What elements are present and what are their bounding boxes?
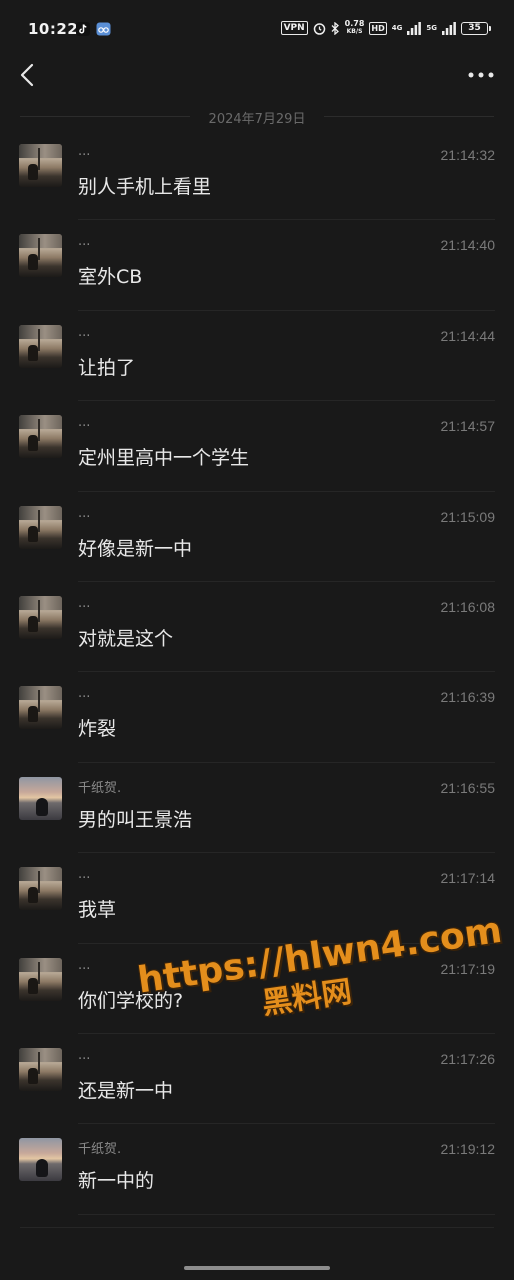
- message-time: 21:16:39: [440, 689, 496, 706]
- message-text: 让拍了: [78, 356, 136, 379]
- avatar[interactable]: [19, 1138, 62, 1182]
- avatar[interactable]: [19, 234, 62, 278]
- back-button[interactable]: [12, 60, 42, 90]
- network-speed: 0.78 KB/S: [345, 20, 365, 36]
- message-time: 21:15:09: [440, 508, 496, 525]
- message-time: 21:14:40: [440, 237, 496, 254]
- avatar[interactable]: [19, 686, 62, 730]
- message-separator: [78, 1213, 495, 1215]
- message-item[interactable]: ... 21:16:39 炸裂: [0, 672, 514, 763]
- alarm-icon: [313, 22, 325, 35]
- avatar[interactable]: [19, 324, 62, 368]
- message-text: 男的叫王景浩: [78, 808, 193, 831]
- message-text: 炸裂: [78, 718, 117, 741]
- app-notification-icon: [96, 22, 111, 36]
- message-text: 新一中的: [78, 1170, 155, 1193]
- bluetooth-icon: [331, 21, 339, 35]
- avatar[interactable]: [19, 415, 62, 459]
- message-time: 21:16:08: [440, 598, 496, 615]
- avatar[interactable]: [19, 144, 62, 187]
- network-speed-unit: KB/S: [346, 28, 363, 35]
- home-indicator[interactable]: [184, 1266, 330, 1270]
- status-indicators: VPN 0.78 KB/S HD 4G 5G 35: [280, 20, 491, 36]
- divider-line-right: [324, 116, 494, 117]
- status-bar: 10:22 VPN 0.78 KB/S HD 4G 5G 35: [0, 0, 514, 60]
- sender-name: ...: [78, 595, 91, 611]
- back-arrow-icon: [20, 63, 34, 87]
- message-text: 我草: [78, 899, 117, 922]
- avatar[interactable]: [19, 1047, 62, 1091]
- sender-name: ...: [78, 234, 91, 250]
- sender-name: ...: [78, 324, 91, 340]
- vpn-badge: VPN: [280, 21, 308, 35]
- message-text: 对就是这个: [78, 627, 174, 650]
- more-button[interactable]: [466, 64, 496, 86]
- status-app-icons: [76, 22, 111, 36]
- message-time: 21:16:55: [440, 779, 496, 796]
- sender-name: ...: [78, 415, 91, 431]
- hd-badge: HD: [369, 21, 387, 35]
- message-time: 21:14:44: [440, 327, 496, 344]
- message-time: 21:17:26: [440, 1050, 496, 1067]
- sender-name: ...: [78, 144, 91, 159]
- sender-name: ...: [78, 1047, 91, 1063]
- network-type-1: 4G: [391, 24, 403, 32]
- message-item[interactable]: ... 21:15:09 好像是新一中: [0, 492, 514, 582]
- avatar[interactable]: [19, 957, 62, 1001]
- sender-name: ...: [78, 686, 91, 702]
- more-dots-icon: [468, 72, 494, 78]
- battery-level: 35: [468, 23, 481, 33]
- message-text: 好像是新一中: [78, 537, 193, 560]
- date-divider: 2024年7月29日: [20, 107, 494, 127]
- message-time: 21:14:57: [440, 418, 496, 435]
- avatar[interactable]: [19, 595, 62, 639]
- message-item[interactable]: 千纸贺. 21:16:55 男的叫王景浩: [0, 763, 514, 854]
- sender-name: ...: [78, 505, 91, 521]
- message-time: 21:14:32: [440, 147, 496, 163]
- avatar[interactable]: [19, 505, 62, 549]
- status-time: 10:22: [28, 20, 79, 38]
- message-text: 别人手机上看里: [78, 176, 212, 198]
- network-speed-value: 0.78: [344, 19, 365, 28]
- message-text: 还是新一中: [78, 1079, 174, 1102]
- message-item[interactable]: ... 21:16:08 对就是这个: [0, 582, 514, 673]
- message-time: 21:17:14: [440, 870, 496, 887]
- sender-name: 千纸贺.: [78, 780, 122, 796]
- avatar[interactable]: [19, 867, 62, 911]
- message-item[interactable]: ... 21:14:57 定州里高中一个学生: [0, 401, 514, 492]
- message-item[interactable]: ... 21:14:40 室外CB: [0, 220, 514, 311]
- avatar[interactable]: [19, 776, 62, 820]
- tiktok-icon: [76, 22, 90, 36]
- signal-icon-2: [442, 21, 456, 35]
- sender-name: ...: [78, 867, 91, 883]
- message-item[interactable]: ... 21:14:44 让拍了: [0, 311, 514, 402]
- message-time: 21:19:12: [440, 1141, 496, 1158]
- message-text: 室外CB: [78, 266, 143, 289]
- signal-icon-1: [407, 21, 422, 35]
- sender-name: 千纸贺.: [78, 1142, 122, 1158]
- message-item[interactable]: ... 21:14:32 别人手机上看里: [0, 130, 514, 221]
- date-label: 2024年7月29日: [208, 112, 306, 127]
- network-type-2: 5G: [426, 24, 437, 32]
- message-text: 定州里高中一个学生: [78, 447, 250, 470]
- battery-icon: 35: [461, 21, 491, 35]
- list-end-divider: [20, 1227, 494, 1228]
- sender-name: ...: [78, 957, 91, 973]
- message-item[interactable]: 千纸贺. 21:19:12 新一中的: [0, 1124, 514, 1215]
